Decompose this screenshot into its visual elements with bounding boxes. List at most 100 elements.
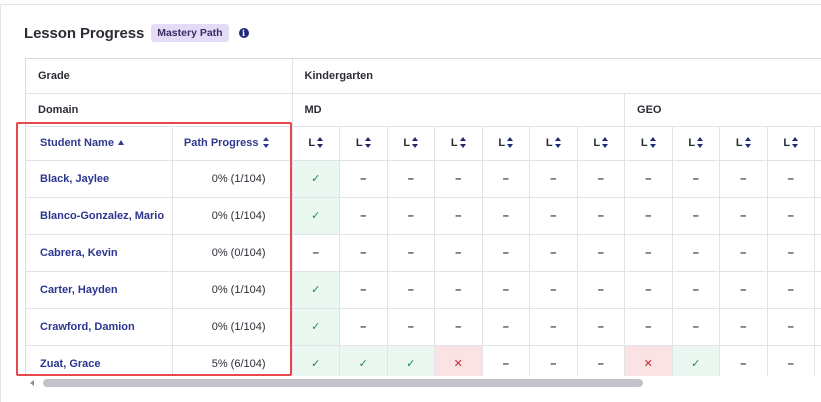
scroll-left-icon[interactable] [30,380,34,386]
lesson-status-cell[interactable]: – [339,234,388,272]
lesson-status-cell[interactable]: – [387,160,436,198]
lesson-column-header[interactable]: L [292,126,341,161]
lesson-status-cell[interactable]: – [482,160,531,198]
lesson-column-header[interactable]: L [672,126,721,161]
lesson-status-cell[interactable]: – [624,234,673,272]
lesson-status-cell[interactable]: ✓ [292,271,341,309]
lesson-status-cell[interactable]: ✓ [292,345,341,376]
lesson-status-cell[interactable]: – [577,234,626,272]
lesson-column-header[interactable]: L [814,126,821,161]
lesson-status-cell[interactable]: ✓ [292,197,341,235]
lesson-status-cell[interactable]: ✓ [387,345,436,376]
lesson-status-cell[interactable]: – [577,197,626,235]
lesson-status-cell[interactable]: – [339,197,388,235]
lesson-status-cell[interactable]: – [577,345,626,376]
lesson-column-header[interactable]: L [624,126,673,161]
lesson-status-cell[interactable]: – [767,197,816,235]
lesson-column-header[interactable]: L [339,126,388,161]
lesson-status-cell[interactable]: – [624,271,673,309]
lesson-status-cell[interactable]: – [672,197,721,235]
lesson-status-cell[interactable]: – [529,160,578,198]
lesson-status-cell[interactable]: – [624,197,673,235]
dash-icon: – [787,209,794,222]
lesson-status-cell[interactable]: – [339,160,388,198]
lesson-status-cell[interactable]: – [767,345,816,376]
lesson-column-header[interactable]: L [434,126,483,161]
lesson-status-cell[interactable]: – [529,271,578,309]
dash-icon: – [360,246,367,259]
lesson-status-cell[interactable]: ✓ [292,308,341,346]
lesson-status-cell[interactable]: – [434,308,483,346]
lesson-column-header[interactable]: L [719,126,768,161]
lesson-status-cell[interactable]: – [482,345,531,376]
scrollbar-thumb[interactable] [43,379,643,387]
lesson-status-cell[interactable]: – [719,345,768,376]
lesson-status-cell[interactable]: – [529,197,578,235]
lesson-status-cell[interactable]: – [387,271,436,309]
student-name-link[interactable]: Zuat, Grace [26,345,173,376]
lesson-column-header[interactable]: L [767,126,816,161]
lesson-status-cell[interactable]: – [292,234,341,272]
student-name-link[interactable]: Blanco-Gonzalez, Mario [26,197,173,235]
lesson-column-header[interactable]: L [482,126,531,161]
lesson-status-cell[interactable]: – [672,160,721,198]
lesson-status-cell[interactable]: – [434,197,483,235]
lesson-status-cell[interactable]: – [814,308,821,346]
lesson-status-cell[interactable]: – [624,160,673,198]
lesson-status-cell[interactable]: – [672,271,721,309]
lesson-status-cell[interactable]: – [767,160,816,198]
lesson-status-cell[interactable]: – [814,197,821,235]
lesson-status-cell[interactable]: – [529,234,578,272]
info-icon[interactable]: i [238,28,249,38]
student-name-link[interactable]: Crawford, Damion [26,308,173,346]
student-name-link[interactable]: Black, Jaylee [26,160,173,198]
lesson-status-cell[interactable]: – [767,271,816,309]
lesson-status-cell[interactable]: – [434,160,483,198]
horizontal-scrollbar[interactable] [25,376,821,390]
lesson-status-cell[interactable]: – [577,271,626,309]
lesson-status-cell[interactable]: – [814,234,821,272]
student-name-header[interactable]: Student Name [26,126,173,161]
lesson-status-cell[interactable]: – [339,308,388,346]
lesson-status-cell[interactable]: – [767,308,816,346]
lesson-status-cell[interactable]: – [482,308,531,346]
lesson-status-cell[interactable]: – [719,160,768,198]
lesson-status-cell[interactable]: – [482,234,531,272]
lesson-status-cell[interactable]: – [482,271,531,309]
lesson-status-cell[interactable]: – [719,271,768,309]
lesson-status-cell[interactable]: – [814,160,821,198]
lesson-status-cell[interactable]: – [529,345,578,376]
student-name-link[interactable]: Cabrera, Kevin [26,234,173,272]
student-name-link[interactable]: Carter, Hayden [26,271,173,309]
lesson-column-header[interactable]: L [529,126,578,161]
lesson-status-cell[interactable]: ✓ [292,160,341,198]
lesson-status-cell[interactable]: – [387,308,436,346]
lesson-status-cell[interactable]: – [719,197,768,235]
lesson-status-cell[interactable]: – [434,271,483,309]
lesson-status-cell[interactable]: – [434,234,483,272]
lesson-status-cell[interactable]: – [387,234,436,272]
lesson-status-cell[interactable]: – [339,271,388,309]
lesson-status-cell[interactable]: – [482,197,531,235]
lesson-status-cell[interactable]: – [814,271,821,309]
path-progress-header[interactable]: Path Progress [172,126,293,161]
lesson-status-cell[interactable]: – [814,345,821,376]
lesson-column-header[interactable]: L [387,126,436,161]
lesson-status-cell[interactable]: – [577,308,626,346]
lesson-status-cell[interactable]: – [577,160,626,198]
lesson-status-cell[interactable]: – [529,308,578,346]
check-icon: ✓ [311,321,321,333]
lesson-status-cell[interactable]: – [387,197,436,235]
lesson-status-cell[interactable]: ✓ [672,345,721,376]
lesson-status-cell[interactable]: – [672,308,721,346]
lesson-status-cell[interactable]: – [719,234,768,272]
lesson-status-cell[interactable]: – [624,308,673,346]
lesson-status-cell[interactable]: – [672,234,721,272]
lesson-status-cell[interactable]: – [719,308,768,346]
dash-icon: – [740,209,747,222]
lesson-column-header[interactable]: L [577,126,626,161]
lesson-status-cell[interactable]: ✓ [339,345,388,376]
lesson-status-cell[interactable]: ✕ [624,345,673,376]
lesson-status-cell[interactable]: – [767,234,816,272]
lesson-status-cell[interactable]: ✕ [434,345,483,376]
